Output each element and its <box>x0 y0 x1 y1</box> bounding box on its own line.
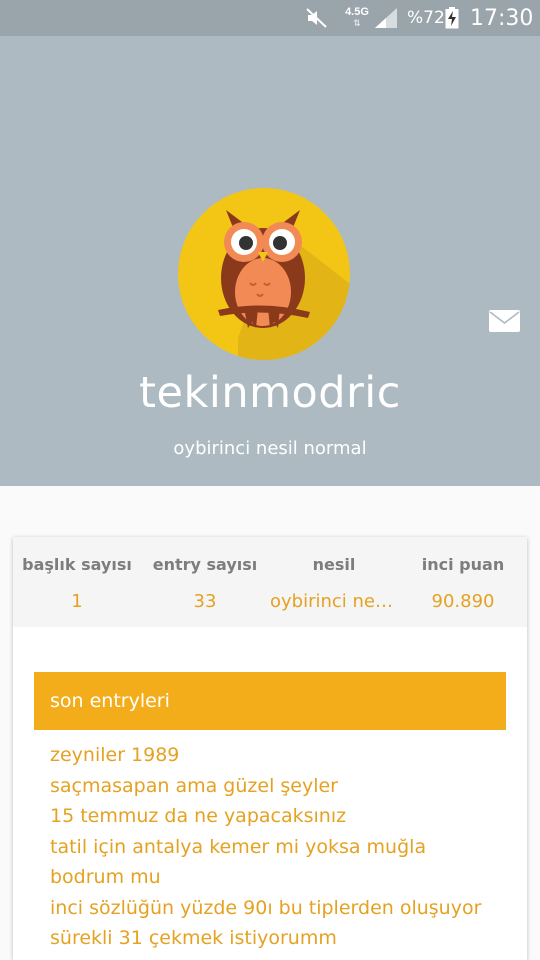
recent-entries-list: zeyniler 1989 saçmasapan ama güzel şeyle… <box>34 740 506 954</box>
profile-header: tekinmodric oybirinci nesil normal <box>0 36 540 486</box>
stat-label: entry sayısı <box>152 555 258 574</box>
stat-value: 1 <box>71 591 83 612</box>
stat-value: oybirinci nesi... <box>270 591 398 612</box>
stats-card: başlık sayısı 1 entry sayısı 33 nesil oy… <box>13 537 527 960</box>
stat-label: inci puan <box>421 555 505 574</box>
network-type-label: 4.5G <box>345 6 369 18</box>
status-bar: 4.5G ⇅ %72 17:30 <box>0 0 540 36</box>
network-data-icon: 4.5G ⇅ <box>342 0 372 36</box>
clock: 17:30 <box>470 5 534 31</box>
entry-link[interactable]: sürekli 31 çekmek istiyorumm <box>50 923 496 954</box>
recent-entries-section: son entryleri zeyniler 1989 saçmasapan a… <box>34 672 506 960</box>
battery-percent: %72 <box>407 8 445 28</box>
entry-link[interactable]: 15 temmuz da ne yapacaksınız <box>50 801 496 832</box>
entry-link[interactable]: inci sözlüğün yüzde 90ı bu tiplerden olu… <box>50 893 496 924</box>
stat-label: başlık sayısı <box>22 555 132 574</box>
entry-link[interactable]: tatil için antalya kemer mi yoksa muğla … <box>50 832 496 893</box>
battery-charging-icon <box>445 0 461 36</box>
mute-icon <box>306 0 334 36</box>
entry-link[interactable]: saçmasapan ama güzel şeyler <box>50 771 496 802</box>
data-arrows-icon: ⇅ <box>353 18 361 28</box>
recent-entries-title: son entryleri <box>34 672 506 730</box>
stat-value: 33 <box>193 591 217 612</box>
signal-icon <box>374 0 402 36</box>
stats-header: başlık sayısı 1 entry sayısı 33 nesil oy… <box>13 537 527 627</box>
stat-label: nesil <box>312 555 356 574</box>
profile-subtitle: oybirinci nesil normal <box>173 438 367 459</box>
stat-value: 90.890 <box>431 591 495 612</box>
mail-icon[interactable] <box>489 310 520 332</box>
owl-avatar-icon[interactable] <box>178 188 350 360</box>
profile-username: tekinmodric <box>139 368 401 418</box>
entry-link[interactable]: zeyniler 1989 <box>50 740 496 771</box>
